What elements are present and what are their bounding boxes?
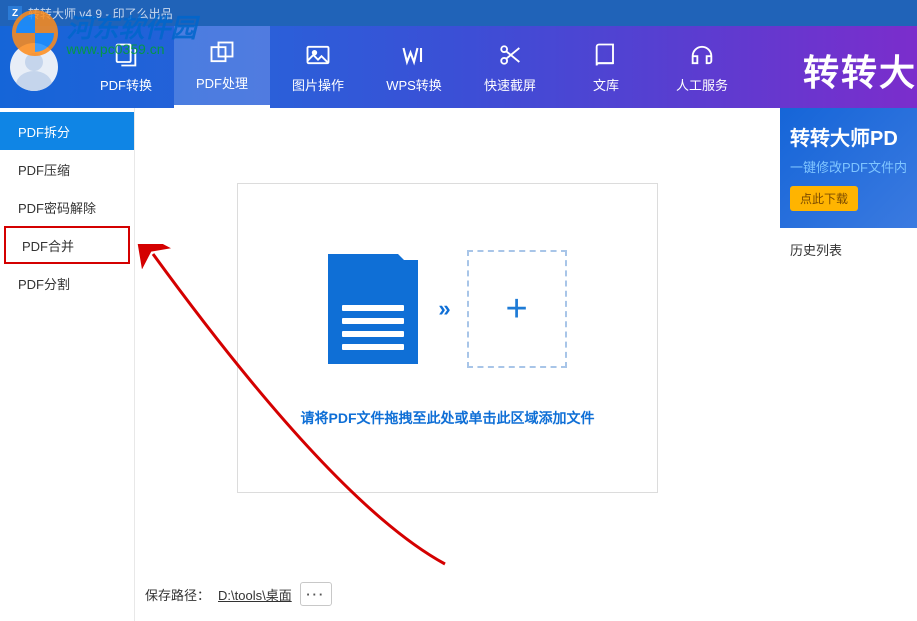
wps-icon	[400, 41, 428, 69]
image-icon	[304, 41, 332, 69]
sidebar-item-label: PDF拆分	[18, 122, 70, 141]
sidebar-item-label: PDF压缩	[18, 160, 70, 179]
top-nav: PDF转换 PDF处理 图片操作 WPS转换 快速截屏 文库 人工服务 转转大	[0, 26, 917, 108]
dropzone-hint: 请将PDF文件拖拽至此处或单击此区域添加文件	[238, 408, 657, 428]
nav-wps-convert[interactable]: WPS转换	[366, 26, 462, 108]
headset-icon	[688, 41, 716, 69]
nav-library[interactable]: 文库	[558, 26, 654, 108]
nav-label: 快速截屏	[484, 75, 536, 94]
pdf-process-icon	[208, 39, 236, 67]
nav-label: PDF转换	[100, 75, 152, 94]
file-icon	[328, 254, 418, 364]
nav-pdf-convert[interactable]: PDF转换	[78, 26, 174, 108]
body-area: PDF拆分 PDF压缩 PDF密码解除 PDF合并 PDF分割 » +	[0, 108, 917, 621]
nav-label: 图片操作	[292, 75, 344, 94]
nav-label: 人工服务	[676, 75, 728, 94]
nav-pdf-process[interactable]: PDF处理	[174, 26, 270, 108]
nav-label: WPS转换	[386, 75, 442, 94]
pdf-convert-icon	[112, 41, 140, 69]
nav-manual-service[interactable]: 人工服务	[654, 26, 750, 108]
book-icon	[592, 41, 620, 69]
sidebar-item-pdf-compress[interactable]: PDF压缩	[0, 150, 134, 188]
save-path-value[interactable]: D:\tools\桌面	[218, 585, 292, 604]
arrow-icon: »	[438, 296, 446, 322]
main-content: » + 请将PDF文件拖拽至此处或单击此区域添加文件 保存路径： D:\tool…	[135, 108, 780, 621]
user-avatar[interactable]	[10, 43, 58, 91]
nav-image-ops[interactable]: 图片操作	[270, 26, 366, 108]
file-dropzone[interactable]: » + 请将PDF文件拖拽至此处或单击此区域添加文件	[237, 183, 658, 493]
nav-label: PDF处理	[196, 73, 248, 92]
right-panel: 转转大师PD 一键修改PDF文件内 点此下载 历史列表	[780, 108, 917, 621]
promo-banner: 转转大师PD 一键修改PDF文件内 点此下载	[780, 108, 917, 228]
sidebar-item-label: PDF密码解除	[18, 198, 96, 217]
sidebar-item-label: PDF合并	[22, 236, 74, 255]
promo-title: 转转大师PD	[790, 122, 907, 151]
sidebar-item-pdf-password[interactable]: PDF密码解除	[0, 188, 134, 226]
nav-label: 文库	[593, 75, 619, 94]
promo-subtitle: 一键修改PDF文件内	[790, 157, 907, 176]
browse-path-button[interactable]: ···	[300, 582, 332, 606]
save-path-row: 保存路径： D:\tools\桌面 ···	[145, 582, 332, 606]
plus-icon: +	[506, 288, 528, 331]
sidebar-item-label: PDF分割	[18, 274, 70, 293]
sidebar-item-pdf-merge[interactable]: PDF合并	[4, 226, 130, 264]
sidebar-item-pdf-split[interactable]: PDF拆分	[0, 112, 134, 150]
download-button[interactable]: 点此下载	[790, 186, 858, 211]
nav-quick-screenshot[interactable]: 快速截屏	[462, 26, 558, 108]
titlebar: Z 转转大师 v4.9 - 印了么出品	[0, 0, 917, 26]
save-path-label: 保存路径：	[145, 585, 210, 604]
sidebar-item-pdf-cut[interactable]: PDF分割	[0, 264, 134, 302]
history-list-label: 历史列表	[780, 228, 917, 271]
scissors-icon	[496, 41, 524, 69]
brand-text: 转转大	[803, 44, 917, 96]
add-file-box[interactable]: +	[467, 250, 567, 368]
sidebar: PDF拆分 PDF压缩 PDF密码解除 PDF合并 PDF分割	[0, 108, 135, 621]
app-icon: Z	[8, 6, 22, 20]
window-title: 转转大师 v4.9 - 印了么出品	[28, 5, 173, 22]
